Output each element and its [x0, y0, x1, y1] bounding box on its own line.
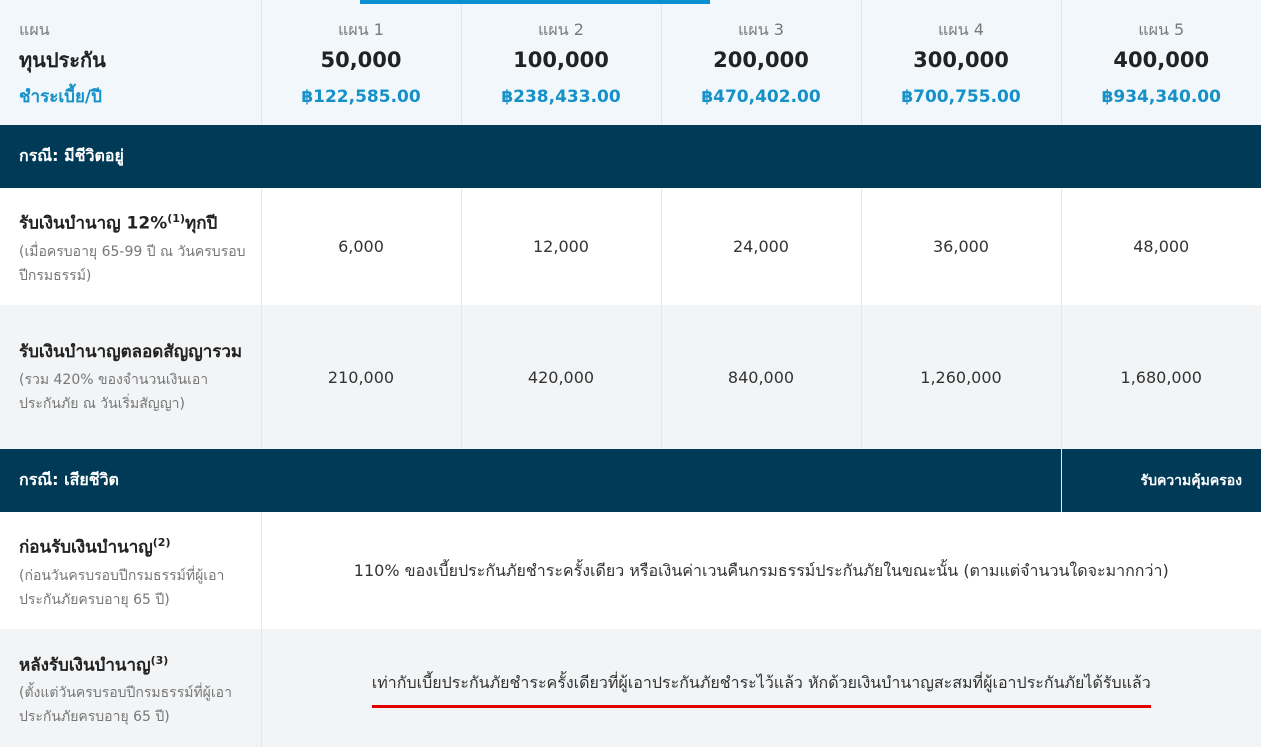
cell-value: 210,000	[261, 305, 462, 449]
cell-value: 36,000	[861, 188, 1062, 305]
footnote-ref: (3)	[150, 653, 169, 667]
row-title-text: หลังรับเงินบำนาญ	[19, 655, 151, 676]
row-title: หลังรับเงินบำนาญ(3)	[19, 647, 247, 680]
plan-name: แผน 4	[938, 19, 984, 39]
cell-value: 840,000	[661, 305, 862, 449]
row-label: รับเงินบำนาญตลอดสัญญารวม (รวม 420% ของจำ…	[0, 305, 262, 449]
plan-name: แผน 1	[338, 19, 384, 39]
cell-value: 24,000	[661, 188, 862, 305]
cell-value: 48,000	[1061, 188, 1261, 305]
header-label-cell: แผน ทุนประกัน ชำระเบี้ย/ปี	[0, 0, 262, 125]
section-alive: กรณี: มีชีวิตอยู่	[0, 125, 1261, 188]
plan-column-4[interactable]: แผน 4 300,000 ฿700,755.00	[861, 0, 1062, 125]
cell-value: 1,260,000	[861, 305, 1062, 449]
table-row: รับเงินบำนาญ 12%(1)ทุกปี (เมื่อครบอายุ 6…	[0, 188, 1261, 305]
plan-sum-insured: 50,000	[320, 47, 402, 72]
plan-premium: ฿934,340.00	[1101, 86, 1221, 107]
cell-value: 6,000	[261, 188, 462, 305]
row-subtitle: (ตั้งแต่วันครบรอบปีกรมธรรม์ที่ผู้เอาประก…	[19, 685, 232, 726]
plan-label: แผน	[19, 19, 50, 39]
section-title: กรณี: มีชีวิตอยู่	[0, 125, 1261, 188]
row-label: รับเงินบำนาญ 12%(1)ทุกปี (เมื่อครบอายุ 6…	[0, 188, 262, 305]
row-title-text: รับเงินบำนาญ 12%	[19, 213, 168, 234]
highlighted-coverage-text: เท่ากับเบี้ยประกันภัยชำระครั้งเดียวที่ผู…	[371, 668, 1151, 708]
row-title-text: ก่อนรับเงินบำนาญ	[19, 537, 153, 558]
row-label: หลังรับเงินบำนาญ(3) (ตั้งแต่วันครบรอบปีก…	[0, 629, 262, 747]
section-title: กรณี: เสียชีวิต	[0, 449, 1062, 512]
plan-premium: ฿122,585.00	[301, 86, 421, 107]
plan-column-1[interactable]: แผน 1 50,000 ฿122,585.00	[261, 0, 462, 125]
row-label: ก่อนรับเงินบำนาญ(2) (ก่อนวันครบรอบปีกรมธ…	[0, 512, 262, 629]
cell-value: 420,000	[461, 305, 662, 449]
plan-sum-insured: 200,000	[713, 47, 809, 72]
table-row: รับเงินบำนาญตลอดสัญญารวม (รวม 420% ของจำ…	[0, 305, 1261, 449]
cell-value: 12,000	[461, 188, 662, 305]
row-subtitle: (เมื่อครบอายุ 65-99 ปี ณ วันครบรอบปีกรมธ…	[19, 243, 246, 284]
active-tab-indicator	[360, 0, 710, 4]
table-row: ก่อนรับเงินบำนาญ(2) (ก่อนวันครบรอบปีกรมธ…	[0, 512, 1261, 629]
footnote-ref: (1)	[167, 212, 185, 226]
plan-premium: ฿238,433.00	[501, 86, 621, 107]
plan-sum-insured: 100,000	[513, 47, 609, 72]
table-row: หลังรับเงินบำนาญ(3) (ตั้งแต่วันครบรอบปีก…	[0, 629, 1261, 747]
premium-label: ชำระเบี้ย/ปี	[19, 86, 102, 107]
plan-sum-insured: 300,000	[913, 47, 1009, 72]
plan-premium: ฿470,402.00	[701, 86, 821, 107]
row-title-suffix: ทุกปี	[184, 213, 218, 234]
plan-sum-insured: 400,000	[1113, 47, 1210, 72]
footnote-ref: (2)	[152, 536, 171, 550]
plan-table: แผน ทุนประกัน ชำระเบี้ย/ปี แผน 1 50,000 …	[0, 0, 1261, 747]
row-title: รับเงินบำนาญ 12%(1)ทุกปี	[19, 205, 247, 238]
plan-comparison: แผน ทุนประกัน ชำระเบี้ย/ปี แผน 1 50,000 …	[0, 0, 1261, 749]
row-title: รับเงินบำนาญตลอดสัญญารวม	[19, 341, 243, 362]
row-title: ก่อนรับเงินบำนาญ(2)	[19, 529, 247, 562]
plan-column-3[interactable]: แผน 3 200,000 ฿470,402.00	[661, 0, 862, 125]
row-subtitle: (รวม 420% ของจำนวนเงินเอาประกันภัย ณ วัน…	[19, 371, 209, 412]
sum-insured-label: ทุนประกัน	[19, 47, 106, 72]
plan-premium: ฿700,755.00	[901, 86, 1021, 107]
coverage-label: รับความคุ้มครอง	[1061, 449, 1261, 512]
section-death: กรณี: เสียชีวิต รับความคุ้มครอง	[0, 449, 1261, 512]
plan-name: แผน 2	[538, 19, 584, 39]
header-row: แผน ทุนประกัน ชำระเบี้ย/ปี แผน 1 50,000 …	[0, 0, 1261, 125]
coverage-cell: เท่ากับเบี้ยประกันภัยชำระครั้งเดียวที่ผู…	[261, 629, 1261, 747]
row-subtitle: (ก่อนวันครบรอบปีกรมธรรม์ที่ผู้เอาประกันภ…	[19, 567, 225, 608]
plan-name: แผน 3	[738, 19, 784, 39]
plan-column-5[interactable]: แผน 5 400,000 ฿934,340.00	[1061, 0, 1261, 125]
coverage-text: 110% ของเบี้ยประกันภัยชำระครั้งเดียว หรื…	[261, 512, 1261, 629]
plan-column-2[interactable]: แผน 2 100,000 ฿238,433.00	[461, 0, 662, 125]
plan-name: แผน 5	[1138, 19, 1185, 39]
cell-value: 1,680,000	[1061, 305, 1261, 449]
